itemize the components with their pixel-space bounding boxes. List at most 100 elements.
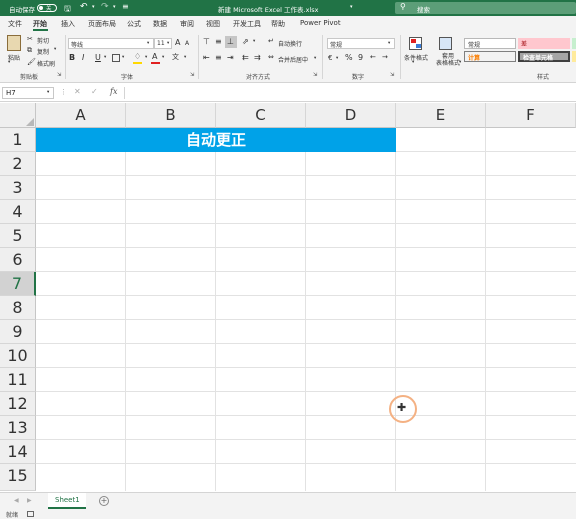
row-header-4[interactable]: 4 (0, 200, 36, 224)
decrease-decimal-icon[interactable]: → (382, 53, 388, 61)
orientation-dropdown-icon[interactable]: ▾ (253, 39, 255, 44)
title-dropdown-icon[interactable]: ▾ (350, 4, 353, 10)
alignment-launcher-icon[interactable]: ⇲ (313, 72, 317, 78)
row-header-15[interactable]: 15 (0, 464, 36, 491)
row-header-1[interactable]: 1 (0, 128, 36, 152)
number-format-box[interactable]: 常规 ▾ (327, 38, 395, 49)
borders-icon[interactable] (112, 54, 120, 62)
font-size-box[interactable]: 11 ▾ (154, 38, 172, 49)
sheet-tab-sheet1[interactable]: Sheet1 (48, 493, 86, 509)
wrap-text-icon[interactable]: ↵ (268, 37, 274, 45)
bold-button[interactable]: B (69, 53, 75, 62)
name-box[interactable]: H7 ▾ (2, 87, 54, 99)
increase-decimal-icon[interactable]: ← (370, 53, 376, 61)
align-center-icon[interactable]: ≡ (215, 53, 222, 62)
column-header-b[interactable]: B (126, 103, 216, 128)
select-all-corner[interactable] (0, 103, 36, 128)
borders-dropdown-icon[interactable]: ▾ (122, 55, 124, 60)
undo-dropdown-icon[interactable]: ▾ (92, 4, 95, 10)
font-launcher-icon[interactable]: ⇲ (190, 72, 194, 78)
phonetic-dropdown-icon[interactable]: ▾ (184, 55, 186, 60)
tab-developer[interactable]: 开发工具 (233, 19, 261, 29)
cancel-entry-icon[interactable]: ✕ (74, 87, 81, 96)
align-right-icon[interactable]: ⇥ (227, 53, 234, 62)
copy-button[interactable]: 复制 (37, 47, 49, 56)
orientation-icon[interactable]: ⇗ (242, 37, 249, 46)
paste-dropdown-icon[interactable]: ▾ (8, 60, 10, 65)
wrap-text-button[interactable]: 自动换行 (278, 39, 302, 48)
style-neutral-partial[interactable] (572, 51, 576, 62)
percent-button[interactable]: % (345, 53, 353, 62)
column-header-e[interactable]: E (396, 103, 486, 128)
formula-input[interactable] (124, 87, 576, 99)
increase-indent-icon[interactable]: ⇉ (254, 53, 261, 62)
font-color-dropdown-icon[interactable]: ▾ (162, 55, 164, 60)
tab-view[interactable]: 视图 (206, 19, 220, 29)
grow-font-icon[interactable]: A (175, 38, 180, 47)
font-color-icon[interactable]: A (152, 52, 157, 61)
save-icon[interactable]: 🖫 (64, 3, 71, 17)
tab-data[interactable]: 数据 (153, 19, 167, 29)
currency-dropdown-icon[interactable]: ▾ (336, 56, 338, 61)
tab-file[interactable]: 文件 (8, 19, 22, 29)
merge-dropdown-icon[interactable]: ▾ (314, 56, 316, 61)
merge-center-button[interactable]: 合并后居中 (278, 55, 308, 64)
format-as-table-button[interactable]: 套用 表格格式 (436, 53, 460, 67)
conditional-formatting-icon[interactable] (409, 37, 422, 50)
format-painter-button[interactable]: 格式刷 (37, 59, 55, 68)
currency-icon[interactable]: € (328, 54, 332, 62)
comma-style-button[interactable]: 9 (358, 53, 363, 62)
insert-function-icon[interactable]: fx (110, 87, 117, 96)
phonetic-icon[interactable]: 文 (172, 52, 179, 62)
style-good-partial[interactable] (572, 38, 576, 49)
fill-color-dropdown-icon[interactable]: ▾ (145, 55, 147, 60)
copy-icon[interactable]: ⧉ (27, 46, 32, 55)
worksheet-grid[interactable]: A B C D E F 1 2 3 4 5 6 7 8 9 10 11 12 1… (0, 103, 576, 491)
row-header-14[interactable]: 14 (0, 440, 36, 464)
table-dropdown-icon[interactable]: ▾ (459, 60, 461, 65)
align-bottom-icon[interactable]: ⊥ (227, 37, 234, 46)
column-header-d[interactable]: D (306, 103, 396, 128)
macro-record-icon[interactable] (27, 511, 34, 517)
row-header-5[interactable]: 5 (0, 224, 36, 248)
conditional-dropdown-icon[interactable]: ▾ (412, 60, 414, 65)
redo-icon[interactable]: ↷ (101, 2, 109, 12)
confirm-entry-icon[interactable]: ✓ (91, 87, 98, 96)
formula-options-icon[interactable]: ⋮ (60, 88, 67, 96)
copy-dropdown-icon[interactable]: ▾ (54, 47, 56, 52)
redo-dropdown-icon[interactable]: ▾ (113, 4, 116, 10)
tab-review[interactable]: 审阅 (180, 19, 194, 29)
align-left-icon[interactable]: ⇤ (203, 53, 210, 62)
style-check-cell[interactable]: 检查单元格 (518, 51, 570, 62)
merge-center-icon[interactable]: ⇔ (268, 53, 274, 61)
style-normal[interactable]: 常规 (464, 38, 516, 49)
cut-button[interactable]: 剪切 (37, 36, 49, 45)
style-bad[interactable]: 差 (518, 38, 570, 49)
search-box[interactable]: ⚲ 搜索 (395, 2, 576, 14)
row-header-6[interactable]: 6 (0, 248, 36, 272)
underline-dropdown-icon[interactable]: ▾ (104, 55, 106, 60)
row-header-10[interactable]: 10 (0, 344, 36, 368)
align-middle-icon[interactable]: ≡ (215, 37, 222, 46)
row-header-2[interactable]: 2 (0, 152, 36, 176)
column-header-c[interactable]: C (216, 103, 306, 128)
format-as-table-icon[interactable] (439, 37, 452, 50)
row-header-3[interactable]: 3 (0, 176, 36, 200)
tab-home[interactable]: 开始 (33, 19, 47, 29)
row-header-12[interactable]: 12 (0, 392, 36, 416)
cut-icon[interactable]: ✂ (27, 35, 33, 43)
tab-formulas[interactable]: 公式 (127, 19, 141, 29)
column-header-a[interactable]: A (36, 103, 126, 128)
row-header-8[interactable]: 8 (0, 296, 36, 320)
merged-cell-a1-d1[interactable]: 自动更正 (36, 128, 396, 152)
row-header-11[interactable]: 11 (0, 368, 36, 392)
column-header-f[interactable]: F (486, 103, 576, 128)
font-name-box[interactable]: 等线 ▾ (68, 38, 154, 49)
italic-button[interactable]: I (82, 53, 84, 62)
underline-button[interactable]: U (95, 53, 101, 62)
decrease-indent-icon[interactable]: ⇇ (242, 53, 249, 62)
tab-help[interactable]: 帮助 (271, 19, 285, 29)
tab-page-layout[interactable]: 页面布局 (88, 19, 116, 29)
align-top-icon[interactable]: ⊤ (203, 37, 210, 46)
undo-icon[interactable]: ↶ (80, 2, 88, 12)
